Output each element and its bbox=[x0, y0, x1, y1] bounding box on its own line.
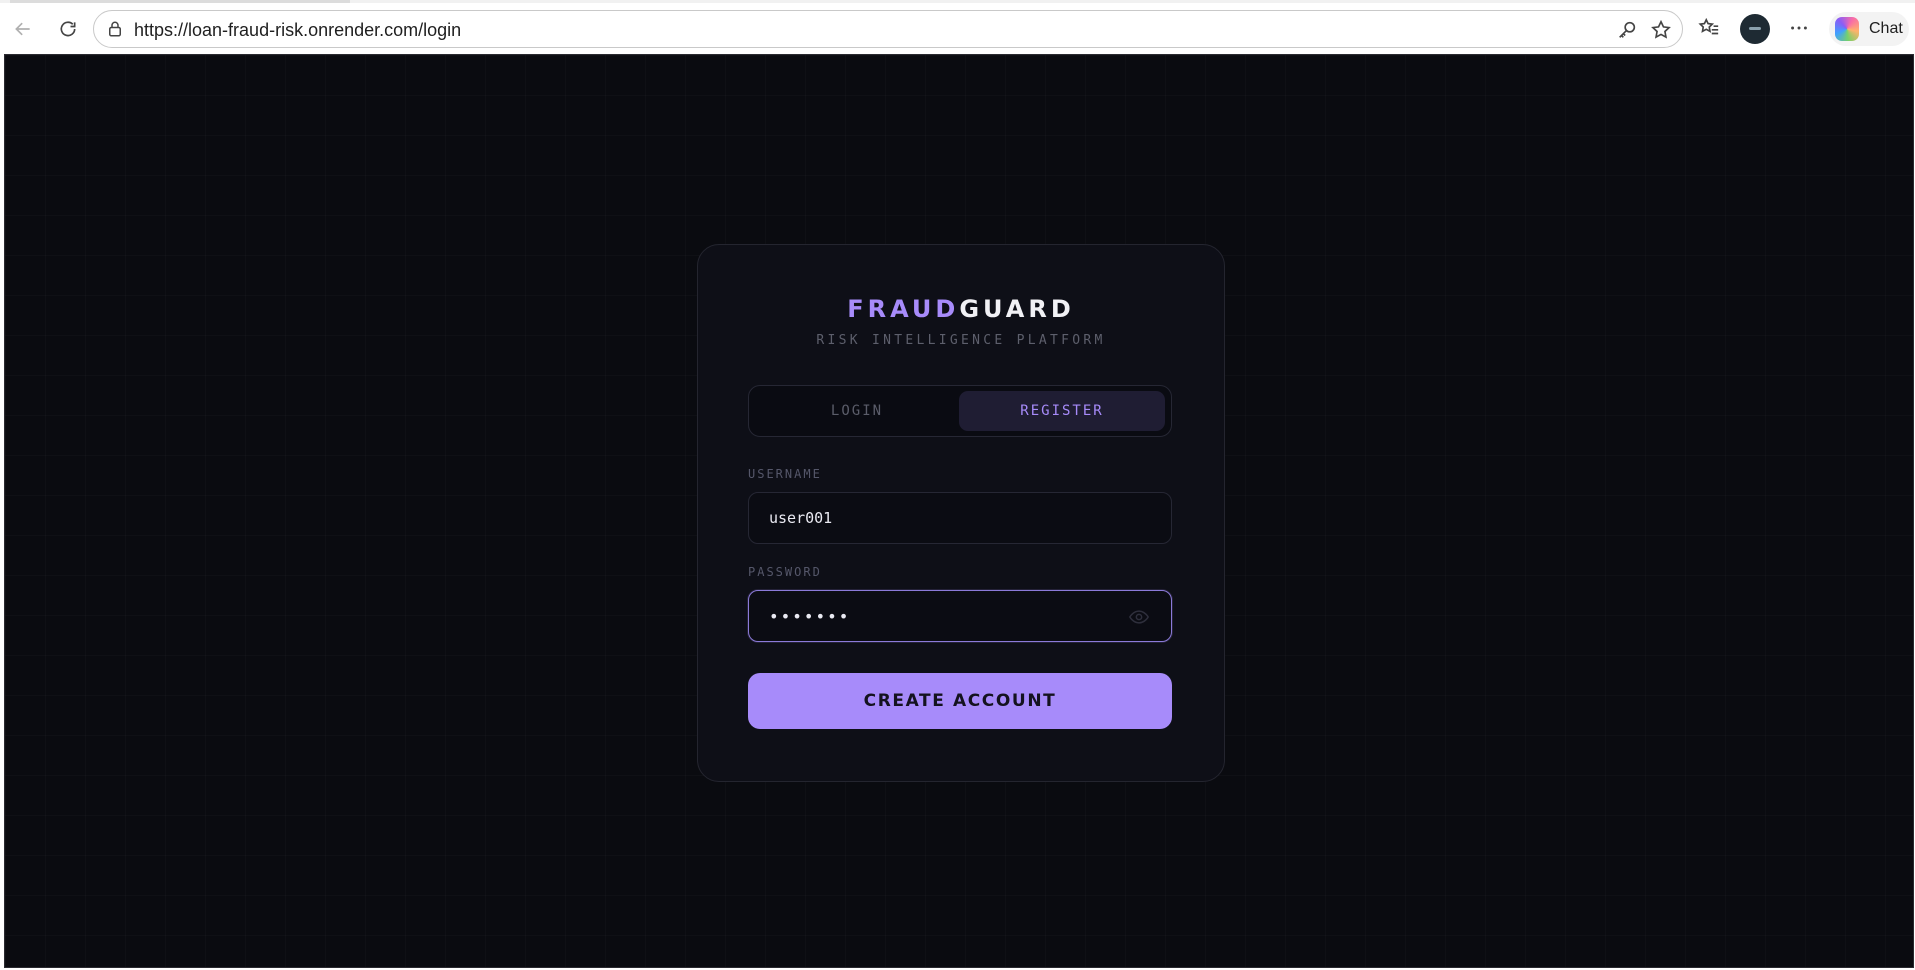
auth-tabs: LOGIN REGISTER bbox=[748, 385, 1172, 437]
lock-icon[interactable] bbox=[106, 20, 124, 38]
tab-login[interactable]: LOGIN bbox=[754, 391, 960, 431]
brand-logo: FRAUDGUARD bbox=[698, 295, 1224, 323]
page-viewport: FRAUDGUARD RISK INTELLIGENCE PLATFORM LO… bbox=[4, 54, 1914, 968]
tagline: RISK INTELLIGENCE PLATFORM bbox=[816, 333, 1106, 348]
star-icon[interactable] bbox=[1650, 19, 1672, 41]
profile-avatar[interactable] bbox=[1740, 14, 1770, 44]
back-icon[interactable] bbox=[8, 14, 38, 44]
username-label: USERNAME bbox=[748, 467, 822, 481]
chat-label: Chat bbox=[1869, 20, 1903, 37]
tab-register[interactable]: REGISTER bbox=[959, 391, 1165, 431]
key-icon[interactable] bbox=[1616, 19, 1638, 41]
username-field-wrapper bbox=[748, 492, 1172, 544]
tab-strip bbox=[0, 0, 1915, 3]
address-bar[interactable]: https://loan-fraud-risk.onrender.com/log… bbox=[93, 10, 1683, 48]
browser-toolbar: https://loan-fraud-risk.onrender.com/log… bbox=[0, 0, 1915, 54]
copilot-icon bbox=[1835, 17, 1859, 41]
password-field-wrapper bbox=[748, 590, 1172, 642]
copilot-chat-button[interactable]: Chat bbox=[1829, 12, 1909, 46]
favorites-icon[interactable] bbox=[1695, 14, 1723, 42]
eye-icon[interactable] bbox=[1129, 608, 1149, 626]
create-account-button[interactable]: CREATE ACCOUNT bbox=[748, 673, 1172, 729]
url-text[interactable]: https://loan-fraud-risk.onrender.com/log… bbox=[134, 20, 461, 41]
auth-card: FRAUDGUARD RISK INTELLIGENCE PLATFORM LO… bbox=[697, 244, 1225, 782]
username-input[interactable] bbox=[749, 493, 1171, 543]
more-icon[interactable] bbox=[1785, 14, 1813, 42]
reload-icon[interactable] bbox=[53, 14, 83, 44]
password-input[interactable] bbox=[749, 591, 1171, 641]
brand-part-guard: GUARD bbox=[959, 295, 1075, 323]
password-label: PASSWORD bbox=[748, 565, 822, 579]
active-tab-edge[interactable] bbox=[10, 0, 350, 3]
brand-part-fraud: FRAUD bbox=[847, 295, 960, 323]
